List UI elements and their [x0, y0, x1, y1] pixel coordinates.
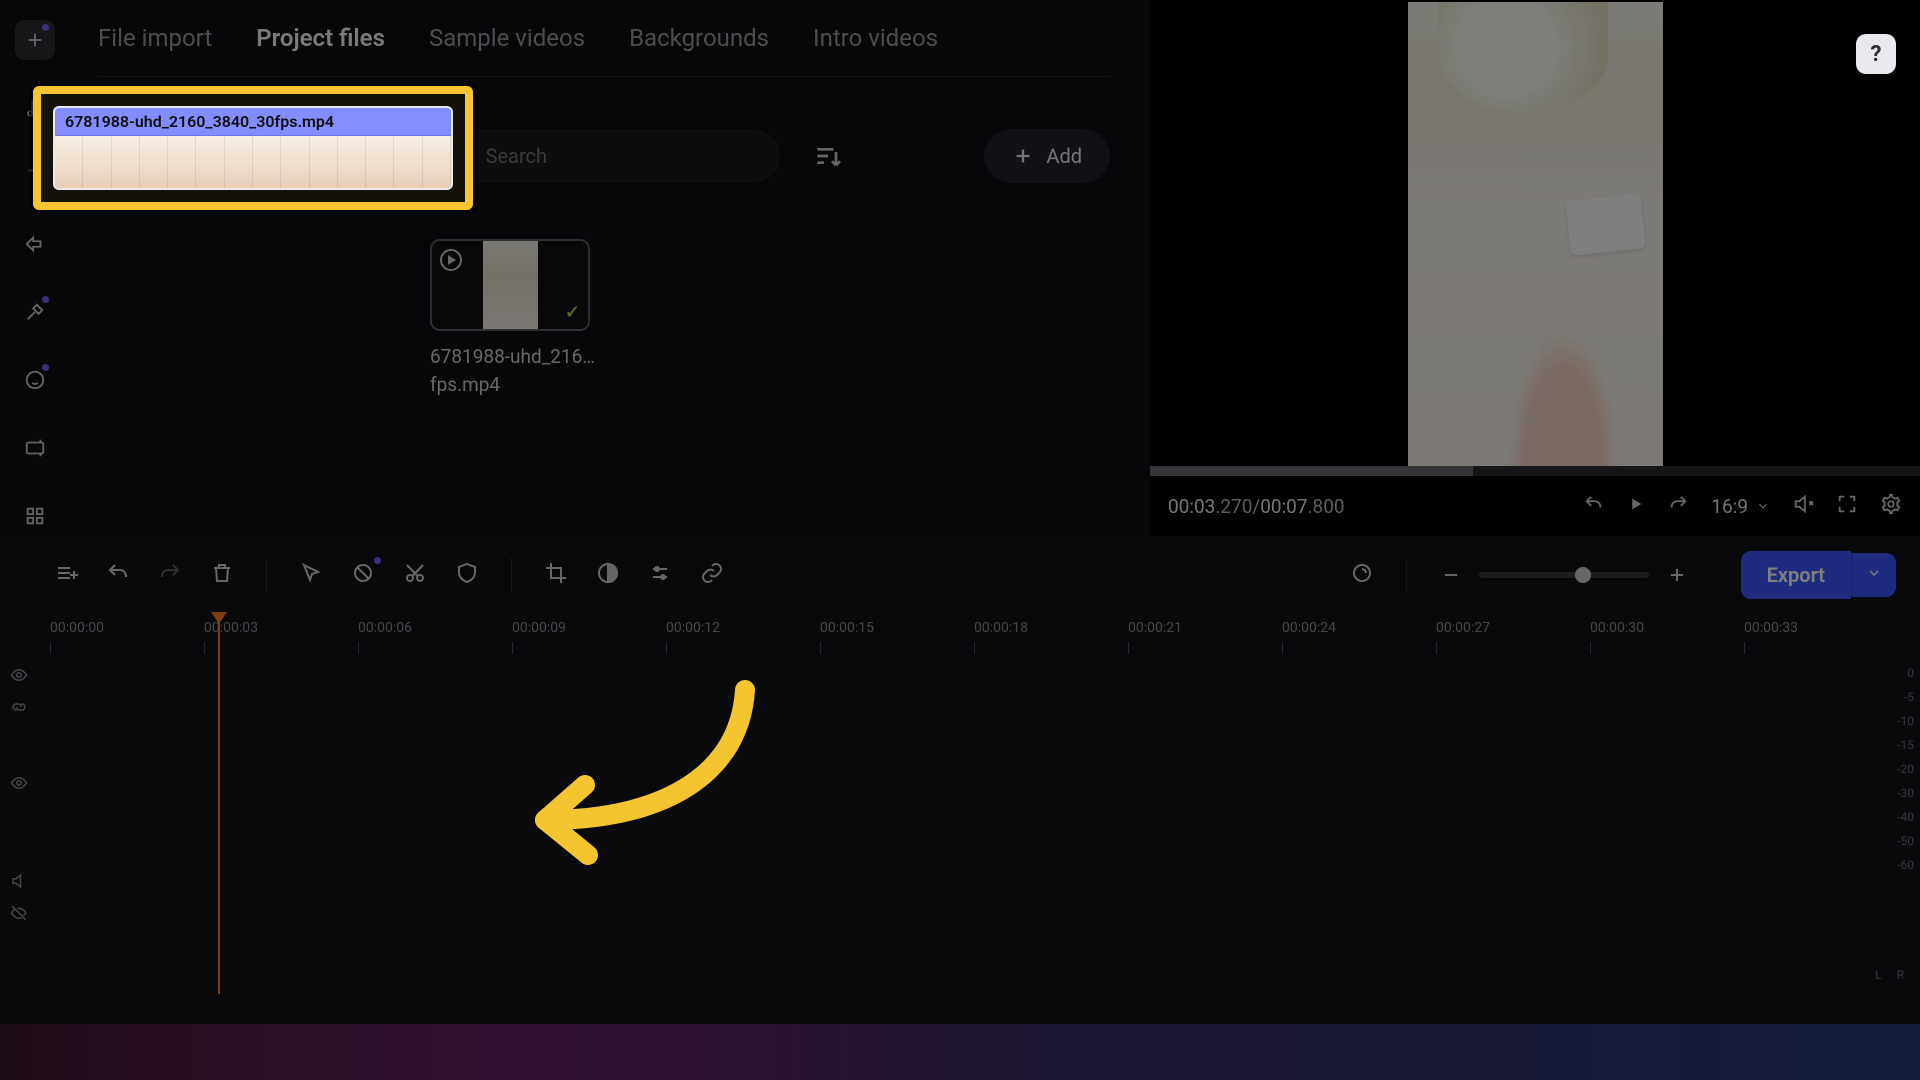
visibility-icon[interactable] [10, 666, 28, 684]
playhead[interactable] [218, 614, 220, 994]
plus-icon [1012, 145, 1034, 167]
ruler-tick: 00:00:09 [512, 620, 566, 636]
crop-icon[interactable] [544, 561, 568, 589]
search-box[interactable] [430, 129, 780, 183]
zoom-in-icon[interactable] [1665, 563, 1689, 587]
transitions-icon[interactable] [15, 224, 55, 264]
zoom-out-icon[interactable] [1439, 563, 1463, 587]
timeline-toolbar: Export [0, 536, 1920, 614]
clip-frames [55, 136, 451, 190]
sort-icon[interactable] [812, 140, 844, 172]
fullscreen-icon[interactable] [1836, 493, 1858, 520]
help-button[interactable]: ? [1856, 34, 1896, 74]
asset-thumbnail[interactable]: ✓ [430, 239, 590, 331]
timeline-clip[interactable]: 6781988-uhd_2160_3840_30fps.mp4 [53, 106, 453, 190]
tab-intro-videos[interactable]: Intro videos [813, 24, 938, 52]
lr-label: L R [1875, 968, 1910, 982]
redo-icon[interactable] [158, 561, 182, 589]
stickers-icon[interactable] [15, 360, 55, 400]
db-scale: 0-5-10-15-20-30-40-50-60 [1897, 666, 1914, 872]
add-button-label: Add [1046, 144, 1082, 168]
adjust-icon[interactable] [648, 561, 672, 589]
asset-filename: 6781988-uhd_216…fps.mp4 [430, 343, 600, 398]
mute-icon[interactable] [1792, 493, 1814, 520]
ruler-tick: 00:00:33 [1744, 620, 1798, 636]
add-track-icon[interactable] [54, 561, 78, 589]
play-button[interactable] [1627, 495, 1645, 518]
export-label: Export [1741, 551, 1851, 599]
aspect-ratio-selector[interactable]: 16:9 [1711, 495, 1770, 518]
marker-icon[interactable] [1350, 561, 1374, 589]
timeline-zoom[interactable] [1439, 563, 1689, 587]
preview-pane: 00:03.270/00:07.800 16:9 [1150, 0, 1920, 536]
ruler-tick: 00:00:12 [666, 620, 720, 636]
shield-icon[interactable] [455, 561, 479, 589]
tab-sample-videos[interactable]: Sample videos [429, 24, 585, 52]
undo-icon[interactable] [106, 561, 130, 589]
cut-icon[interactable] [403, 561, 427, 589]
ruler-tick: 00:00:27 [1436, 620, 1490, 636]
settings-icon[interactable] [1880, 493, 1902, 520]
apps-icon[interactable] [15, 496, 55, 536]
timeline-clip-highlight: 6781988-uhd_2160_3840_30fps.mp4 [33, 86, 473, 210]
captions-icon[interactable] [15, 428, 55, 468]
preview-video[interactable] [1408, 2, 1663, 466]
desktop-background-peek [0, 1024, 1920, 1080]
ruler-tick: 00:00:24 [1282, 620, 1336, 636]
undo-jump-icon[interactable] [1583, 493, 1605, 520]
left-toolbar [0, 0, 70, 536]
ruler-tick: 00:00:06 [358, 620, 412, 636]
media-panel: File import Project files Sample videos … [70, 0, 1150, 536]
timeline-tracks[interactable]: 0-5-10-15-20-30-40-50-60 L R [0, 656, 1920, 1026]
ruler-tick: 00:00:30 [1590, 620, 1644, 636]
timeline-ruler[interactable]: 00:00:00 00:00:03 00:00:06 00:00:09 00:0… [0, 614, 1920, 656]
effects-icon[interactable] [15, 292, 55, 332]
source-tabs: File import Project files Sample videos … [98, 24, 1110, 77]
hide-track-icon[interactable] [10, 904, 28, 922]
search-input[interactable] [486, 144, 758, 168]
preview-controls: 00:03.270/00:07.800 16:9 [1150, 476, 1920, 536]
redo-jump-icon[interactable] [1667, 493, 1689, 520]
tab-backgrounds[interactable]: Backgrounds [629, 24, 769, 52]
track-controls [10, 666, 28, 922]
preview-scrubber[interactable] [1150, 466, 1920, 476]
clip-filename: 6781988-uhd_2160_3840_30fps.mp4 [55, 108, 451, 136]
delete-icon[interactable] [210, 561, 234, 589]
add-button[interactable]: Add [984, 129, 1110, 183]
contrast-icon[interactable] [596, 561, 620, 589]
tab-file-import[interactable]: File import [98, 24, 212, 52]
zoom-slider[interactable] [1479, 572, 1649, 578]
ruler-tick: 00:00:18 [974, 620, 1028, 636]
export-button[interactable]: Export [1741, 551, 1896, 599]
ruler-tick: 00:00:15 [820, 620, 874, 636]
selection-tool-icon[interactable] [299, 561, 323, 589]
ruler-tick: 00:00:21 [1128, 620, 1182, 636]
blade-tool-icon[interactable] [351, 561, 375, 589]
add-media-button[interactable] [15, 20, 55, 60]
check-icon: ✓ [565, 302, 580, 323]
link-icon[interactable] [700, 561, 724, 589]
tab-project-files[interactable]: Project files [256, 24, 385, 52]
link-track-icon[interactable] [10, 698, 28, 716]
visibility-icon[interactable] [10, 774, 28, 792]
preview-time: 00:03.270/00:07.800 [1168, 495, 1345, 518]
ruler-tick: 00:00:00 [50, 620, 104, 636]
export-dropdown[interactable] [1851, 553, 1896, 597]
mute-track-icon[interactable] [10, 872, 28, 890]
play-overlay-icon [440, 249, 462, 271]
